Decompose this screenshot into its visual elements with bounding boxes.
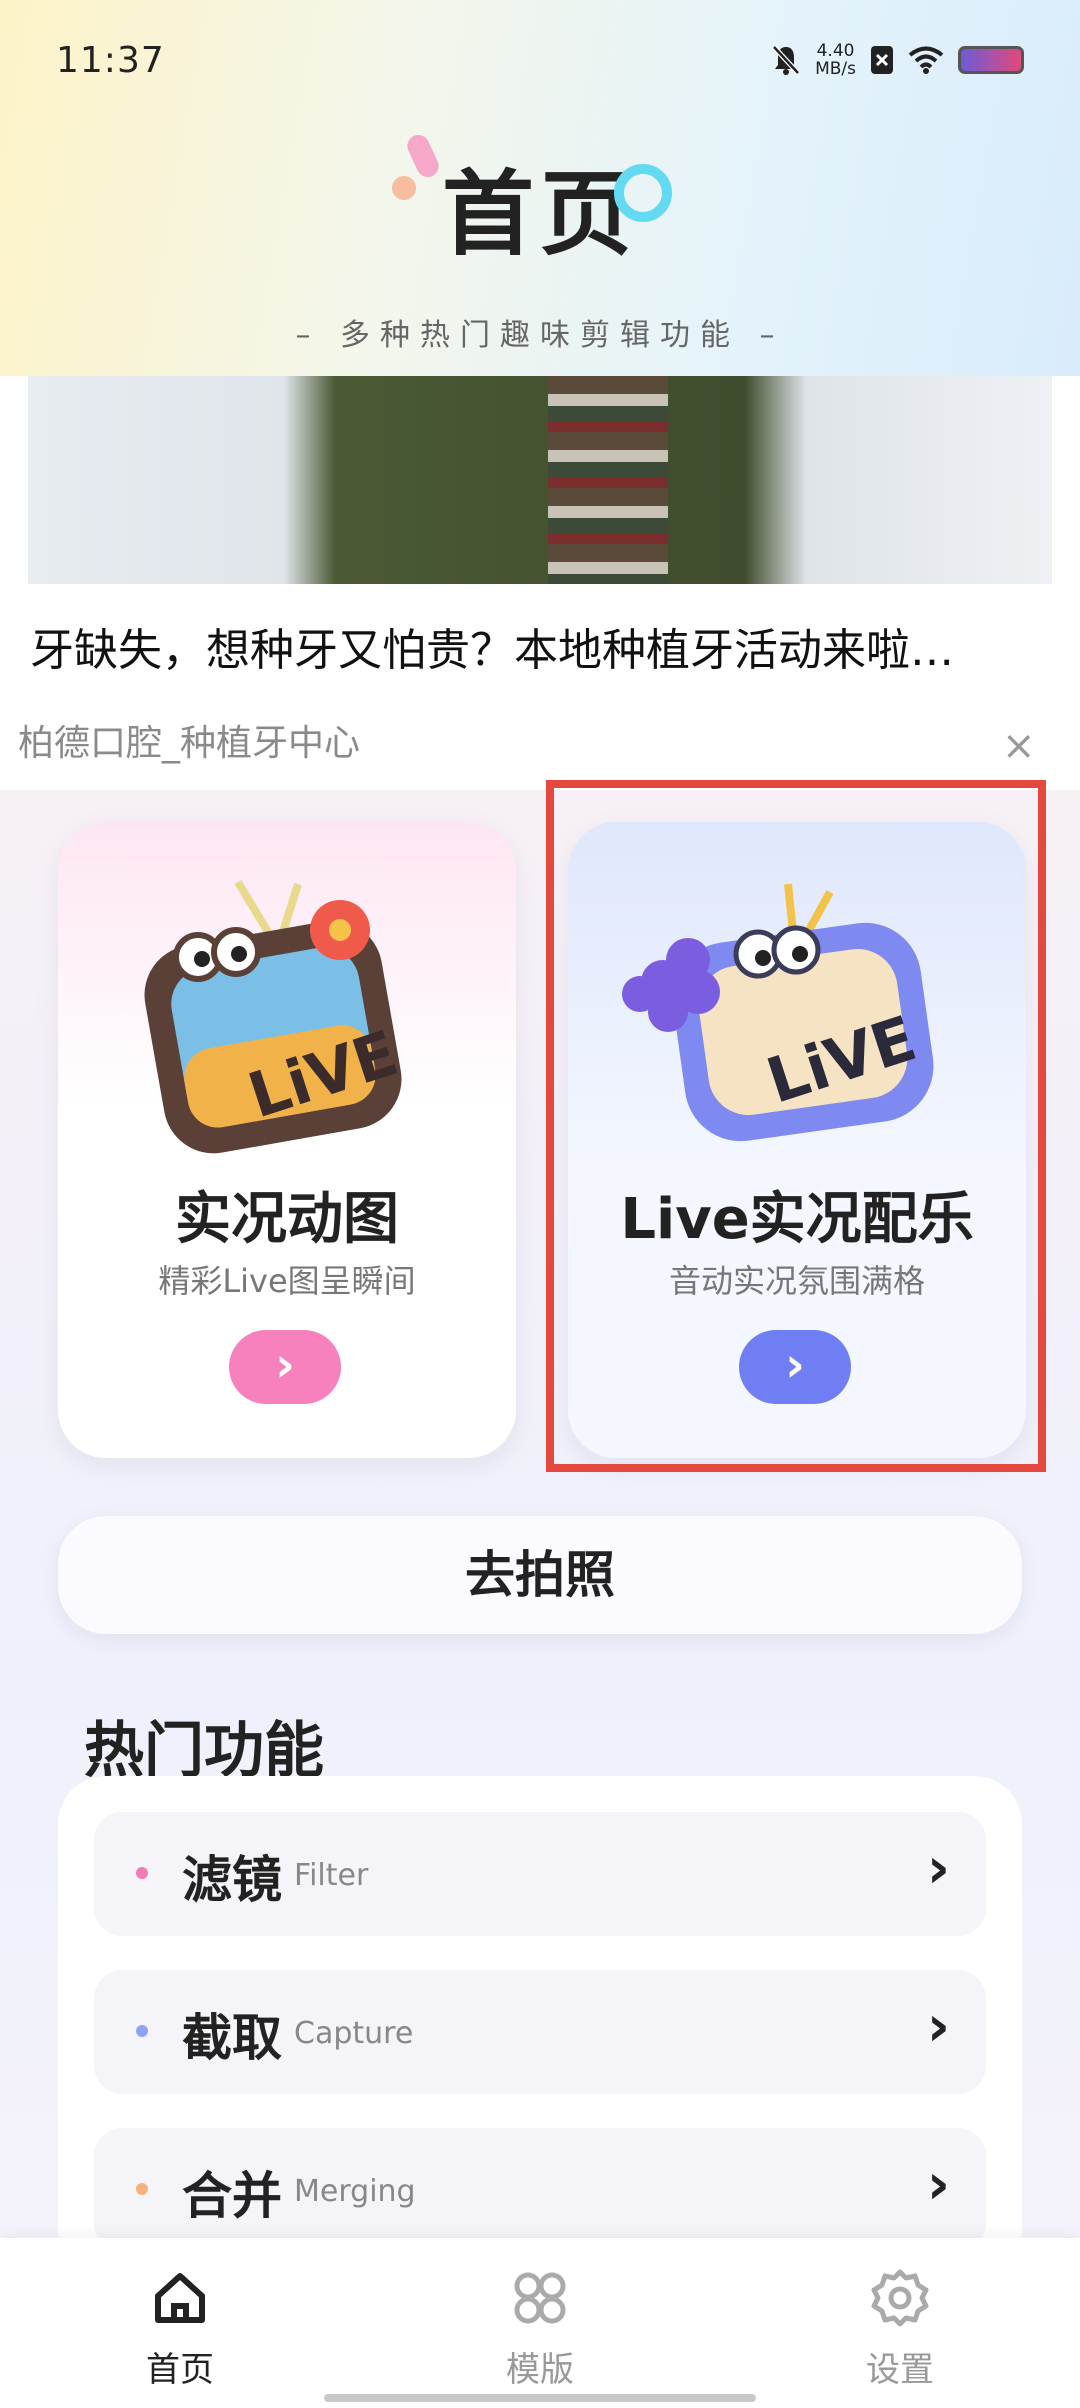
bullet-dot [136,2025,148,2037]
page-subtitle: – 多种热门趣味剪辑功能 – [295,318,785,353]
highlight-box [546,780,1046,1472]
page-title-text: 首页 [441,161,638,268]
take-photo-button[interactable]: 去拍照 [58,1516,1022,1634]
live-photo-go-button[interactable]: › [229,1330,341,1404]
ad-banner[interactable]: 牙缺失，想种牙又怕贵？本地种植牙活动来啦… 柏德口腔_种植牙中心 × [0,376,1080,790]
gear-icon [871,2269,929,2327]
grid-icon [514,2272,566,2324]
function-item-merging[interactable]: 合并 Merging › [94,2128,986,2252]
tab-home[interactable]: 首页 [90,2266,270,2391]
live-tv-pink-icon: LiVE [144,879,406,1154]
function-name: 滤镜 [182,1851,282,1909]
page-title: 首页 [391,131,672,273]
ad-close-button[interactable]: × [1002,726,1036,766]
home-indicator [324,2394,756,2402]
network-speed-value: 4.40 [816,41,855,61]
tab-templates[interactable]: 模版 [450,2266,630,2391]
chevron-right-icon: › [926,1994,950,2059]
network-speed-unit: MB/s [815,59,856,79]
network-speed: 4.40 MB/s [815,42,856,78]
bullet-dot [136,1867,148,1879]
tab-settings[interactable]: 设置 [810,2266,990,2391]
title-decoration [391,176,416,200]
ad-image-detail [548,376,668,584]
chevron-right-icon: › [926,1836,950,1901]
live-photo-title: 实况动图 [175,1187,399,1252]
function-english-name: Capture [294,2016,414,2051]
sim-off-icon [871,46,893,74]
ad-image[interactable] [28,376,1052,584]
home-icon [155,2273,205,2323]
status-icons: 4.40 MB/s [771,42,1024,78]
function-english-name: Filter [294,1858,369,1893]
tab-label: 模版 [506,2350,574,2390]
function-name: 合并 [182,2167,282,2225]
function-item-capture[interactable]: 截取 Capture › [94,1970,986,2094]
live-photo-card[interactable]: LiVE 实况动图 精彩Live图呈瞬间 › [58,822,516,1458]
bullet-dot [136,2183,148,2195]
function-english-name: Merging [294,2174,416,2209]
page-header: 首页 [0,131,1080,273]
title-ring-decoration [614,164,672,222]
function-item-filter[interactable]: 滤镜 Filter › [94,1812,986,1936]
live-photo-subtitle: 精彩Live图呈瞬间 [158,1262,416,1300]
tab-label: 设置 [866,2350,934,2390]
tab-label: 首页 [146,2350,214,2390]
mute-bell-icon [772,45,800,75]
ad-title[interactable]: 牙缺失，想种牙又怕贵？本地种植牙活动来啦… [30,614,954,678]
status-time: 11:37 [56,40,165,81]
battery-icon [958,46,1024,74]
chevron-right-icon: › [926,2152,950,2217]
bottom-tab-bar: 首页 模版 设置 [0,2238,1080,2408]
status-bar: 11:37 4.40 MB/s [0,0,1080,120]
hot-functions-panel: 滤镜 Filter › 截取 Capture › 合并 Merging › [58,1776,1022,2252]
function-name: 截取 [182,2009,282,2067]
wifi-icon [908,46,944,74]
ad-source: 柏德口腔_种植牙中心 [18,723,361,764]
